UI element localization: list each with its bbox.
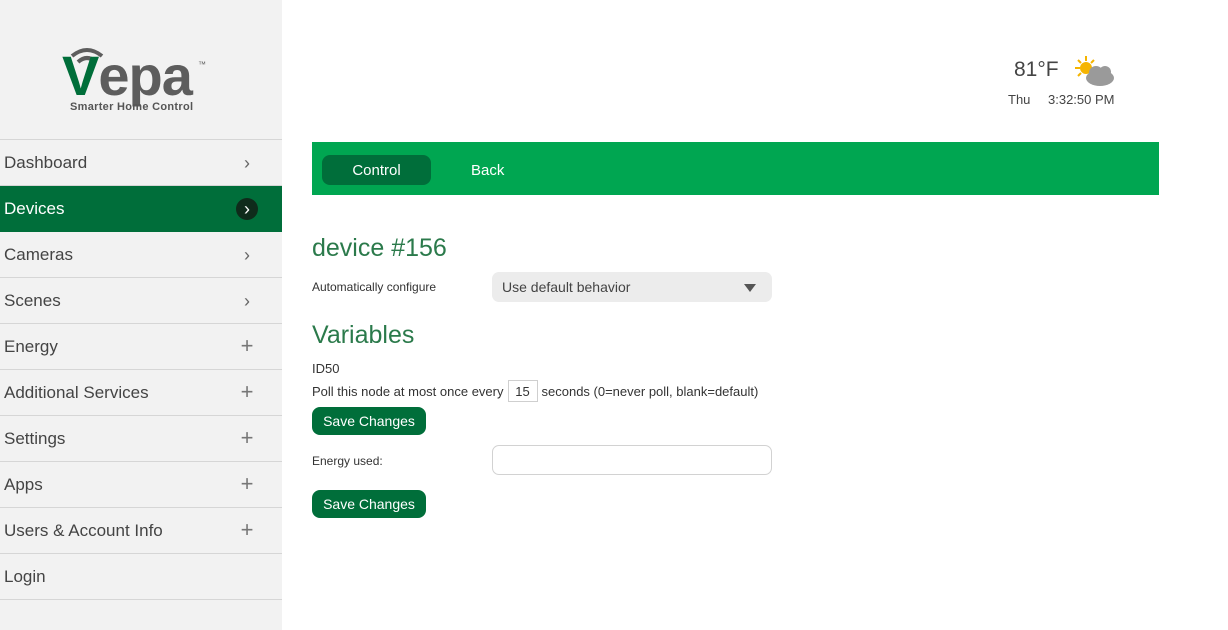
logo-word: ера bbox=[98, 44, 192, 107]
chevron-right-icon: › bbox=[244, 152, 250, 173]
temperature: 81°F bbox=[1014, 58, 1059, 81]
auto-configure-select[interactable]: Use default behavior bbox=[492, 272, 772, 302]
variable-id-label: ID50 bbox=[312, 361, 340, 376]
sidebar-item-cameras[interactable]: Cameras › bbox=[0, 232, 282, 278]
plus-icon: + bbox=[240, 471, 254, 496]
sidebar-item-users-account-info[interactable]: Users & Account Info + bbox=[0, 508, 282, 554]
weather-day: Thu bbox=[1008, 92, 1031, 107]
poll-prefix-text: Poll this node at most once every bbox=[312, 383, 504, 399]
chevron-right-icon: › bbox=[244, 290, 250, 311]
logo-v: V bbox=[62, 44, 99, 107]
partly-cloudy-icon bbox=[1075, 56, 1114, 86]
sidebar-item-label: Login bbox=[4, 566, 46, 586]
logo-tagline: Smarter Home Control bbox=[70, 101, 194, 113]
sidebar-item-label: Additional Services bbox=[4, 382, 149, 402]
sidebar-item-devices[interactable]: Devices › bbox=[0, 186, 282, 232]
sidebar-item-label: Cameras bbox=[4, 244, 73, 264]
back-button[interactable]: Back bbox=[471, 155, 504, 185]
save-changes-button[interactable]: Save Changes bbox=[312, 407, 426, 435]
weather-widget: 81°F Thu 3:32:50 PM bbox=[1006, 54, 1126, 114]
sidebar-item-label: Dashboard bbox=[4, 152, 88, 172]
sidebar-item-label: Settings bbox=[4, 428, 66, 448]
device-toolbar: Control Back bbox=[312, 142, 1159, 195]
chevron-right-icon: › bbox=[244, 244, 250, 265]
energy-used-label: Energy used: bbox=[312, 454, 383, 468]
logo-trademark: ™ bbox=[198, 60, 206, 69]
poll-interval-row: Poll this node at most once every second… bbox=[312, 380, 758, 402]
control-button[interactable]: Control bbox=[322, 155, 431, 185]
poll-suffix-text: seconds (0=never poll, blank=default) bbox=[541, 383, 759, 399]
sidebar-item-label: Devices bbox=[4, 198, 65, 218]
plus-icon: + bbox=[240, 379, 254, 404]
weather-time: 3:32:50 PM bbox=[1048, 92, 1115, 107]
sidebar-nav: Dashboard › Devices › Cameras › Scenes ›… bbox=[0, 139, 282, 600]
chevron-right-circle-icon: › bbox=[236, 198, 258, 220]
page-title: device #156 bbox=[312, 234, 447, 262]
auto-configure-value: Use default behavior bbox=[502, 279, 631, 295]
variables-title: Variables bbox=[312, 321, 415, 349]
sidebar-item-apps[interactable]: Apps + bbox=[0, 462, 282, 508]
plus-icon: + bbox=[240, 517, 254, 542]
poll-interval-input[interactable] bbox=[507, 380, 538, 402]
plus-icon: + bbox=[240, 425, 254, 450]
sidebar-item-label: Users & Account Info bbox=[4, 520, 163, 540]
energy-used-input[interactable] bbox=[492, 445, 772, 475]
sidebar-item-energy[interactable]: Energy + bbox=[0, 324, 282, 370]
save-changes-button[interactable]: Save Changes bbox=[312, 490, 426, 518]
sidebar-item-dashboard[interactable]: Dashboard › bbox=[0, 140, 282, 186]
auto-configure-label: Automatically configure bbox=[312, 280, 437, 294]
caret-down-icon bbox=[744, 284, 756, 292]
sidebar: Vера ™ Smarter Home Control Dashboard › … bbox=[0, 0, 282, 630]
sidebar-item-login[interactable]: Login bbox=[0, 554, 282, 600]
sidebar-item-additional-services[interactable]: Additional Services + bbox=[0, 370, 282, 416]
sidebar-item-settings[interactable]: Settings + bbox=[0, 416, 282, 462]
vera-logo: Vера ™ Smarter Home Control bbox=[62, 40, 212, 120]
sidebar-item-label: Apps bbox=[4, 474, 43, 494]
sidebar-item-label: Energy bbox=[4, 336, 58, 356]
plus-icon: + bbox=[240, 333, 254, 358]
sidebar-item-scenes[interactable]: Scenes › bbox=[0, 278, 282, 324]
sidebar-item-label: Scenes bbox=[4, 290, 61, 310]
